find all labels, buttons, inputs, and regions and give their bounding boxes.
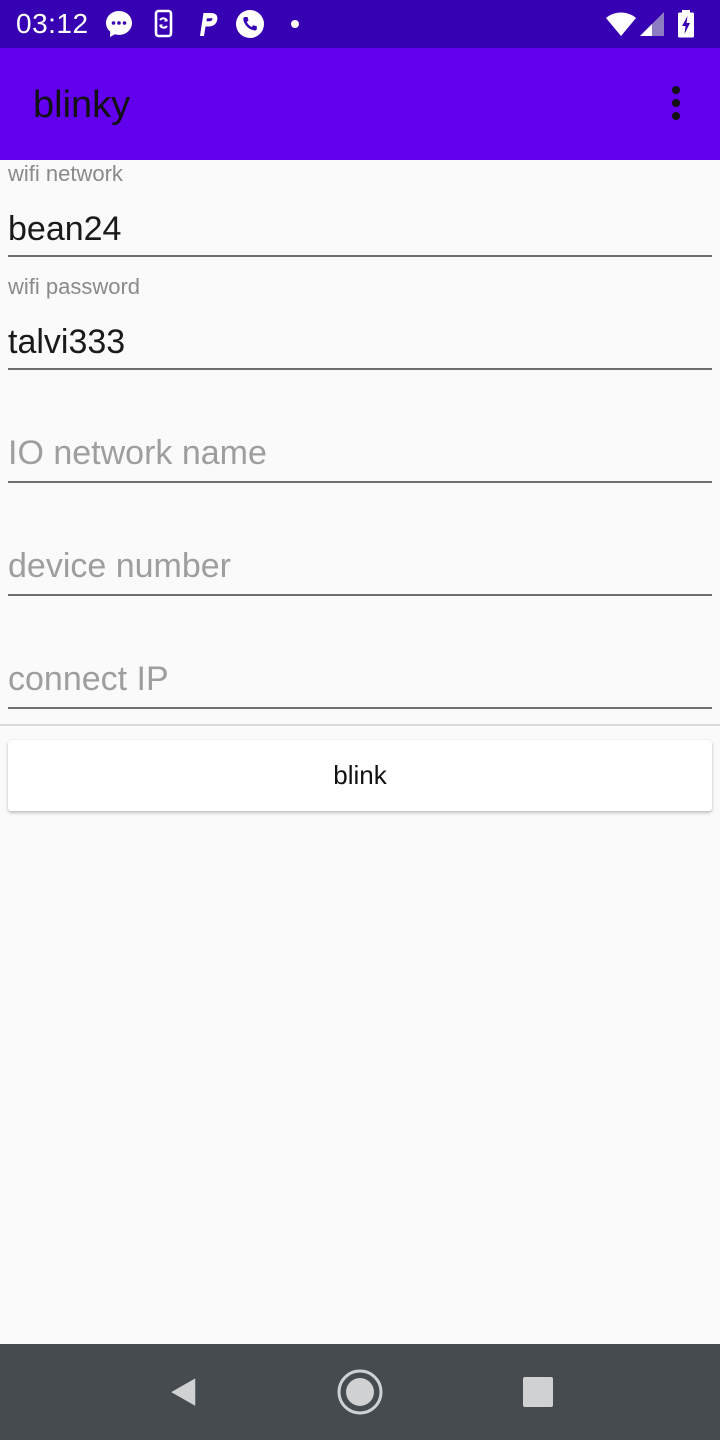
io-network-name-field (8, 386, 712, 486)
wifi-password-label: wifi password (8, 274, 141, 299)
wifi-network-label: wifi network (8, 161, 123, 186)
connect-ip-underline (8, 707, 712, 709)
nav-bar (0, 1344, 720, 1440)
connect-ip-input[interactable] (8, 657, 712, 701)
battery-charging-icon (678, 10, 694, 38)
device-number-field (8, 499, 712, 599)
notification-dot-icon (291, 20, 299, 28)
io-network-name-underline (8, 481, 712, 483)
blink-button[interactable]: blink (8, 740, 712, 811)
wifi-network-underline (8, 255, 712, 257)
cell-signal-icon (640, 12, 664, 36)
recents-icon[interactable] (514, 1368, 562, 1416)
app-bar: blinky (0, 48, 720, 160)
phone-sync-icon (154, 9, 173, 38)
wifi-password-field: wifi password (8, 273, 712, 373)
wifi-password-underline (8, 368, 712, 370)
wifi-network-field: wifi network (8, 160, 712, 260)
messenger-icon (106, 11, 132, 37)
back-icon[interactable] (156, 1368, 204, 1416)
device-number-input[interactable] (8, 544, 712, 588)
phone-call-icon (236, 10, 264, 38)
home-icon[interactable] (336, 1368, 384, 1416)
status-bar: 03:12 (0, 0, 720, 48)
wifi-icon (606, 12, 636, 36)
wifi-password-input[interactable] (8, 320, 712, 364)
more-vert-icon[interactable] (664, 86, 688, 124)
app-title: blinky (33, 84, 131, 126)
connect-ip-field (8, 612, 712, 712)
wifi-network-input[interactable] (8, 207, 712, 251)
device-number-underline (8, 594, 712, 596)
parking-p-icon (200, 13, 218, 36)
form-divider (0, 724, 720, 726)
io-network-name-input[interactable] (8, 431, 712, 475)
status-time: 03:12 (16, 8, 89, 39)
